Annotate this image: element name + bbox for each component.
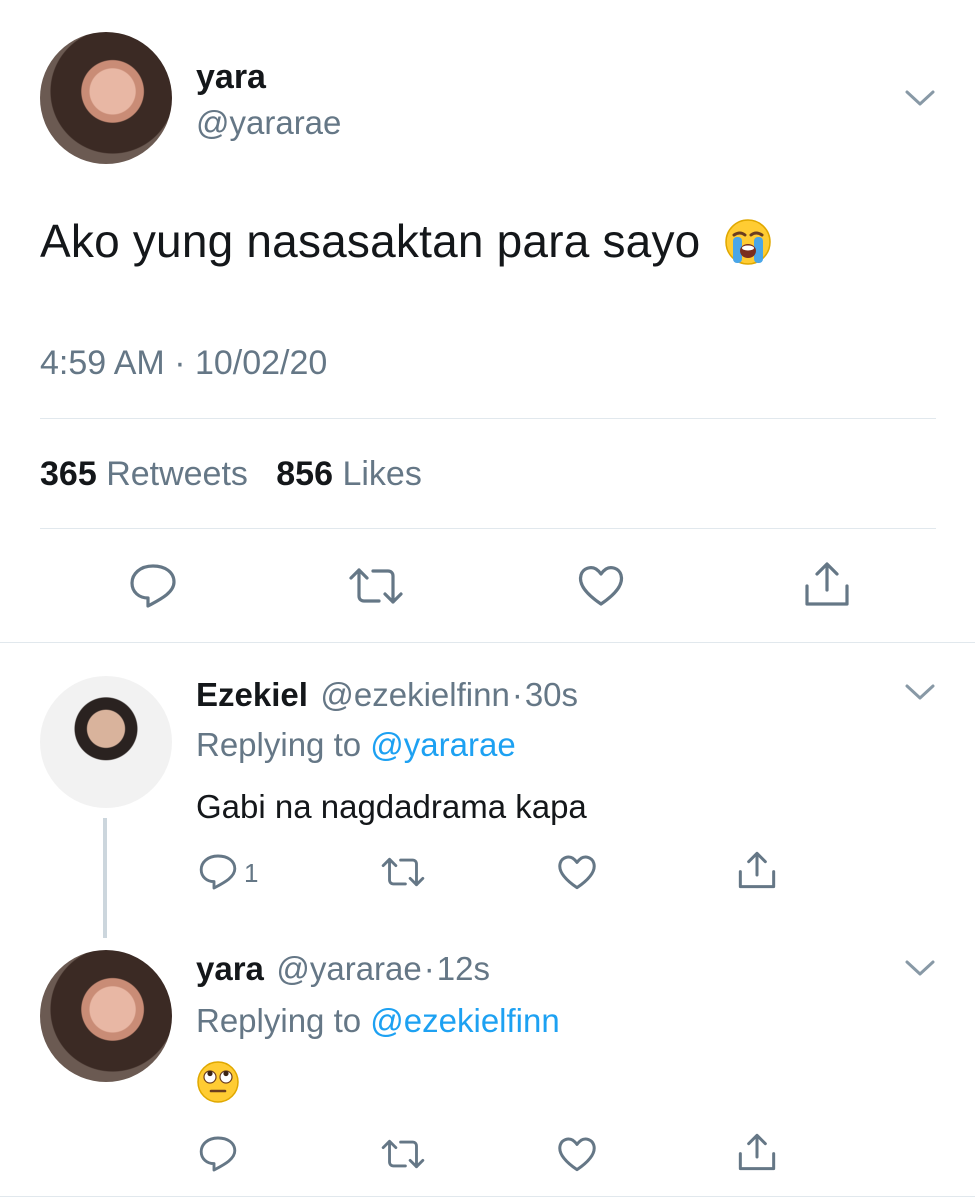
- tweet-stats: 365 Retweets 856 Likes: [40, 455, 422, 494]
- reply-author-name[interactable]: Ezekiel: [196, 676, 308, 713]
- section-divider: [0, 642, 975, 643]
- share-icon[interactable]: [736, 1132, 778, 1172]
- avatar[interactable]: [40, 676, 172, 808]
- retweets-stat[interactable]: 365 Retweets: [40, 455, 248, 493]
- reply-time[interactable]: 12s: [437, 950, 490, 987]
- replying-label: Replying to: [196, 1002, 362, 1039]
- avatar[interactable]: [40, 32, 172, 164]
- reply-count: 1: [244, 858, 259, 888]
- heart-icon[interactable]: [556, 854, 598, 891]
- retweet-icon[interactable]: [347, 566, 405, 606]
- retweet-icon[interactable]: [380, 856, 426, 888]
- likes-stat[interactable]: 856 Likes: [276, 455, 422, 493]
- replying-to: Replying to @yararae: [196, 726, 516, 764]
- reply-author-handle[interactable]: @ezekielfinn: [320, 676, 509, 713]
- heart-icon[interactable]: [556, 1136, 598, 1173]
- likes-count: 856: [276, 455, 333, 493]
- divider: [40, 528, 936, 529]
- replying-mention[interactable]: @yararae: [370, 726, 515, 763]
- chevron-down-icon[interactable]: [904, 682, 936, 702]
- face-with-rolling-eyes-emoji: [197, 1061, 239, 1103]
- author-handle[interactable]: @yararae: [196, 104, 341, 142]
- avatar[interactable]: [40, 950, 172, 1082]
- retweets-count: 365: [40, 455, 97, 493]
- thread-line: [103, 818, 107, 938]
- likes-label: Likes: [342, 455, 422, 493]
- retweets-label: Retweets: [106, 455, 248, 493]
- reply-icon[interactable]: [198, 1134, 238, 1174]
- chevron-down-icon[interactable]: [904, 958, 936, 978]
- replying-to: Replying to @ezekielfinn: [196, 1002, 560, 1040]
- replying-mention[interactable]: @ezekielfinn: [370, 1002, 559, 1039]
- tweet-text-content: Ako yung nasasaktan para sayo: [40, 215, 701, 267]
- chevron-down-icon[interactable]: [904, 88, 936, 108]
- reply-author-name[interactable]: yara: [196, 950, 264, 987]
- heart-icon[interactable]: [576, 564, 626, 608]
- tweet-timestamp[interactable]: 4:59 AM · 10/02/20: [40, 344, 327, 383]
- reply-header: yara @yararae·12s: [196, 950, 490, 988]
- share-icon[interactable]: [802, 560, 852, 608]
- loudly-crying-face-emoji: [725, 219, 772, 265]
- reply-time[interactable]: 30s: [525, 676, 578, 713]
- replying-label: Replying to: [196, 726, 362, 763]
- meta-separator: ·: [511, 676, 523, 713]
- retweet-icon[interactable]: [380, 1138, 426, 1170]
- meta-separator: ·: [423, 950, 435, 987]
- tweet-text: Ako yung nasasaktan para sayo: [40, 214, 773, 268]
- reply-icon[interactable]: [198, 852, 238, 892]
- reply-text: Gabi na nagdadrama kapa: [196, 788, 587, 825]
- section-divider: [0, 1196, 975, 1197]
- reply-icon[interactable]: [128, 562, 178, 610]
- share-icon[interactable]: [736, 850, 778, 890]
- author-name[interactable]: yara: [196, 58, 266, 97]
- reply-author-handle[interactable]: @yararae: [276, 950, 421, 987]
- divider: [40, 418, 936, 419]
- reply-header: Ezekiel @ezekielfinn·30s: [196, 676, 578, 714]
